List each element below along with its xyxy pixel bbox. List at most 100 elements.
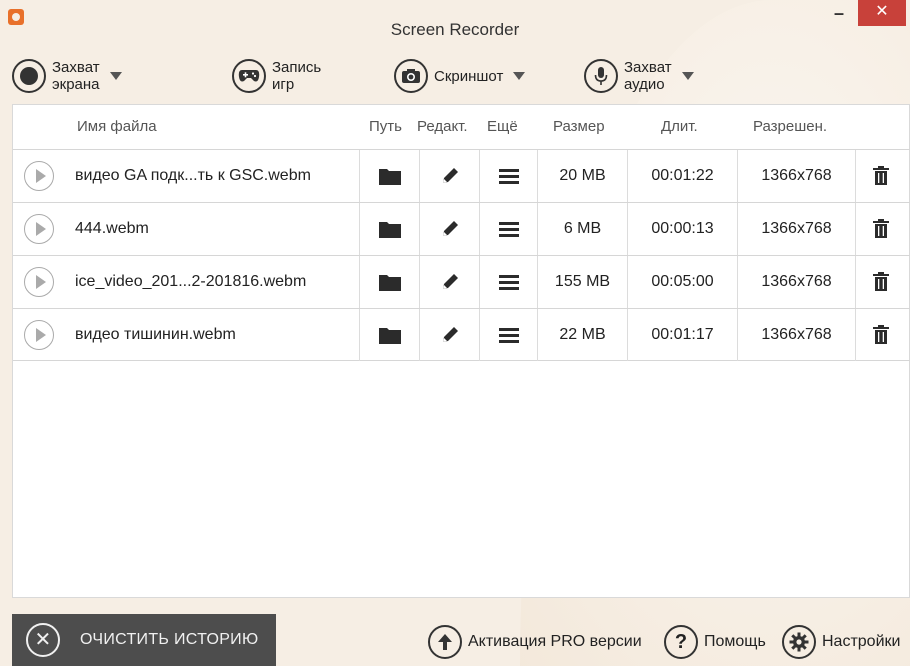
title-bar: Screen Recorder – ✕ [0,0,910,40]
activate-pro-label: Активация PRO версии [468,633,642,650]
screen-capture-button[interactable]: Захват экрана [12,58,122,94]
menu-icon [498,169,519,184]
close-button[interactable]: ✕ [858,0,906,26]
play-button[interactable] [13,309,65,361]
clear-history-label: ОЧИСТИТЬ ИСТОРИЮ [80,631,259,648]
record-icon [12,59,46,93]
close-circle-icon: ✕ [26,623,60,657]
folder-icon [378,275,401,291]
edit-button[interactable] [419,256,479,308]
clear-history-button[interactable]: ✕ ОЧИСТИТЬ ИСТОРИЮ [12,614,276,666]
table-row[interactable]: видео тишинин.webm 22 MB 00:01:17 1366x7… [13,308,910,361]
screenshot-dropdown-icon[interactable] [513,72,526,80]
table-row[interactable]: видео GA подк...ть к GSC.webm 20 MB 00:0… [13,149,910,202]
pencil-icon [442,274,458,289]
folder-icon [378,328,401,344]
file-resolution: 1366x768 [737,150,855,202]
delete-button[interactable] [855,256,905,308]
delete-button[interactable] [855,309,905,361]
header-filename[interactable]: Имя файла [77,105,157,149]
header-edit: Редакт. [417,118,468,135]
edit-button[interactable] [419,309,479,361]
play-icon [24,161,54,191]
question-icon: ? [664,625,698,659]
header-resolution[interactable]: Разрешен. [753,105,827,149]
recordings-list: Имя файла Путь Редакт. Ещё Размер Длит. … [12,104,910,598]
gamepad-icon [232,59,266,93]
game-record-button[interactable]: Запись игр [232,58,321,94]
file-duration: 00:01:22 [627,150,737,202]
table-row[interactable]: 444.webm 6 MB 00:00:13 1366x768 [13,202,910,255]
play-icon [24,214,54,244]
file-duration: 00:05:00 [627,256,737,308]
open-folder-button[interactable] [359,256,419,308]
menu-icon [498,222,519,237]
delete-button[interactable] [855,150,905,202]
edit-button[interactable] [419,150,479,202]
file-size: 22 MB [537,309,627,361]
gear-icon [782,625,816,659]
folder-icon [378,169,401,185]
screen-capture-dropdown-icon[interactable] [109,72,122,80]
header-path: Путь [369,118,402,135]
trash-icon [872,166,889,185]
open-folder-button[interactable] [359,309,419,361]
play-button[interactable] [13,256,65,308]
audio-capture-dropdown-icon[interactable] [681,72,694,80]
bottom-bar: ✕ ОЧИСТИТЬ ИСТОРИЮ Активация PRO версии … [0,600,910,666]
header-more: Ещё [487,118,518,135]
delete-button[interactable] [855,203,905,255]
pencil-icon [442,221,458,236]
microphone-icon [584,59,618,93]
help-label: Помощь [704,633,766,650]
more-button[interactable] [479,309,537,361]
play-button[interactable] [13,150,65,202]
menu-icon [498,275,519,290]
screen-capture-label: Захват экрана [52,59,100,93]
file-name[interactable]: 444.webm [65,203,359,255]
file-size: 155 MB [537,256,627,308]
activate-pro-button[interactable]: Активация PRO версии [428,622,642,662]
header-size[interactable]: Размер [553,105,605,149]
file-resolution: 1366x768 [737,309,855,361]
more-button[interactable] [479,203,537,255]
table-row[interactable]: ice_video_201...2-201816.webm 155 MB 00:… [13,255,910,308]
file-size: 20 MB [537,150,627,202]
play-icon [24,267,54,297]
settings-label: Настройки [822,633,901,650]
trash-icon [872,325,889,344]
open-folder-button[interactable] [359,203,419,255]
help-button[interactable]: ? Помощь [664,622,766,662]
window-title: Screen Recorder [390,20,520,39]
settings-button[interactable]: Настройки [782,622,900,662]
folder-icon [378,222,401,238]
file-size: 6 MB [537,203,627,255]
screenshot-label: Скриншот [434,67,504,85]
more-button[interactable] [479,150,537,202]
arrow-up-icon [428,625,462,659]
file-name[interactable]: ice_video_201...2-201816.webm [65,256,359,308]
open-folder-button[interactable] [359,150,419,202]
more-button[interactable] [479,256,537,308]
file-resolution: 1366x768 [737,203,855,255]
camera-icon [394,59,428,93]
file-resolution: 1366x768 [737,256,855,308]
file-duration: 00:00:13 [627,203,737,255]
menu-icon [498,328,519,343]
screenshot-button[interactable]: Скриншот [394,58,526,94]
trash-icon [872,219,889,238]
edit-button[interactable] [419,203,479,255]
audio-capture-button[interactable]: Захват аудио [584,58,694,94]
file-name[interactable]: видео тишинин.webm [65,309,359,361]
file-name[interactable]: видео GA подк...ть к GSC.webm [65,150,359,202]
play-icon [24,320,54,350]
minimize-button[interactable]: – [826,0,852,30]
pencil-icon [442,168,458,183]
pencil-icon [442,327,458,342]
play-button[interactable] [13,203,65,255]
audio-capture-label: Захват аудио [624,59,672,93]
game-record-label: Запись игр [272,59,322,93]
trash-icon [872,272,889,291]
header-duration[interactable]: Длит. [661,105,698,149]
file-duration: 00:01:17 [627,309,737,361]
